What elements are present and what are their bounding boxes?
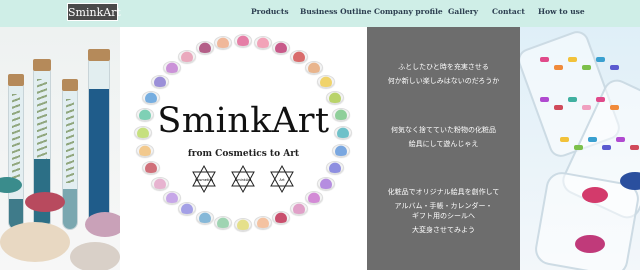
pigment-jar — [25, 192, 65, 212]
pigment-dot — [163, 60, 182, 74]
pigment-dot — [178, 49, 197, 63]
star-label: Art — [279, 178, 285, 182]
pigment-dot — [195, 210, 214, 224]
brand-title: SminkArt — [157, 101, 330, 141]
paint-pan — [602, 145, 611, 150]
paint-pan — [596, 97, 605, 102]
paint-pan — [588, 137, 597, 142]
tube — [88, 49, 110, 230]
pigment-jar — [70, 242, 120, 270]
paint-jar — [582, 187, 608, 203]
message-line: 絵具にして遊んじゃえ — [408, 140, 479, 148]
paint-pan — [582, 65, 591, 70]
pigment-dot — [135, 108, 154, 122]
pigment-dot — [317, 177, 336, 191]
pigment-dot — [163, 191, 182, 205]
pigment-dot — [214, 216, 233, 230]
message-line: 何か新しい楽しみはないのだろうか — [387, 77, 500, 85]
message-line: ギフト用のシールへ — [412, 212, 475, 220]
pigment-dot — [234, 218, 252, 231]
pigment-dot — [141, 161, 160, 175]
pigment-dot — [134, 126, 152, 139]
paint-pan — [554, 105, 563, 110]
pigment-dot — [332, 143, 351, 157]
pigment-dot — [334, 126, 352, 139]
pigment-dot — [326, 90, 345, 104]
paint-pan — [596, 57, 605, 62]
pigment-dot — [304, 60, 323, 74]
tube — [62, 79, 78, 230]
paint-pan — [616, 137, 625, 142]
pigment-dot — [289, 49, 308, 63]
pigment-dot — [214, 35, 233, 49]
paint-pan — [554, 65, 563, 70]
message-panel: ふとしたひと時を充実させる 何か新しい楽しみはないのだろうか 何気なく捨てていた… — [367, 27, 520, 270]
nav-gallery[interactable]: Gallery — [448, 7, 478, 16]
star-cosmetics-icon: Cosmetics — [192, 164, 216, 194]
nav-business-outline[interactable]: Business Outline — [300, 7, 372, 16]
pigment-dot — [326, 161, 345, 175]
paint-pan — [582, 105, 591, 110]
star-art-icon: Art — [270, 164, 294, 194]
pigment-dot — [272, 210, 291, 224]
paint-pan — [568, 57, 577, 62]
message-line: 化粧品でオリジナル絵具を創作して — [387, 188, 500, 196]
paint-pan — [540, 97, 549, 102]
message-line: ふとしたひと時を充実させる — [398, 63, 489, 71]
message-line: 大変身させてみよう — [412, 226, 475, 234]
paint-pan — [540, 57, 549, 62]
pigment-dot — [289, 202, 308, 216]
nav-how-to-use[interactable]: How to use — [538, 7, 585, 16]
star-sminkart-icon: SminkArt — [231, 164, 255, 194]
pigment-dot — [195, 41, 214, 54]
paint-pan — [630, 145, 639, 150]
nav-company-profile[interactable]: Company profile — [374, 7, 443, 16]
pigment-jar — [85, 212, 120, 237]
pigment-jar — [0, 222, 70, 262]
paint-pan — [610, 105, 619, 110]
paint-pan — [560, 137, 569, 142]
pigment-dot — [150, 177, 169, 191]
pigment-dot — [317, 74, 336, 88]
paint-jar — [575, 235, 605, 253]
photo-paint-palette — [520, 27, 640, 270]
pigment-dot — [141, 90, 160, 104]
photo-test-tubes — [0, 27, 120, 270]
pigment-dot — [253, 35, 272, 49]
pigment-dot — [253, 216, 272, 230]
star-label: Cosmetics — [195, 178, 213, 182]
nav-contact[interactable]: Contact — [492, 7, 525, 16]
pigment-dot — [135, 143, 154, 157]
brand-tagline: from Cosmetics to Art — [187, 149, 300, 159]
tube — [8, 74, 24, 230]
paint-pan — [610, 65, 619, 70]
star-label: SminkArt — [235, 178, 252, 182]
pigment-dot — [272, 41, 291, 54]
pigment-dot — [304, 191, 323, 205]
pigment-dot — [150, 74, 169, 88]
message-line: 何気なく捨てていた粉物の化粧品 — [391, 126, 496, 134]
pigment-dot — [178, 202, 197, 216]
paint-pan — [568, 97, 577, 102]
brand-panel: SminkArt from Cosmetics to Art Cosmetics… — [120, 27, 367, 270]
pigment-dot — [234, 34, 252, 47]
nav-products[interactable]: Products — [251, 7, 289, 16]
site-logo[interactable]: SminkArt — [67, 3, 121, 21]
paint-pan — [574, 145, 583, 150]
